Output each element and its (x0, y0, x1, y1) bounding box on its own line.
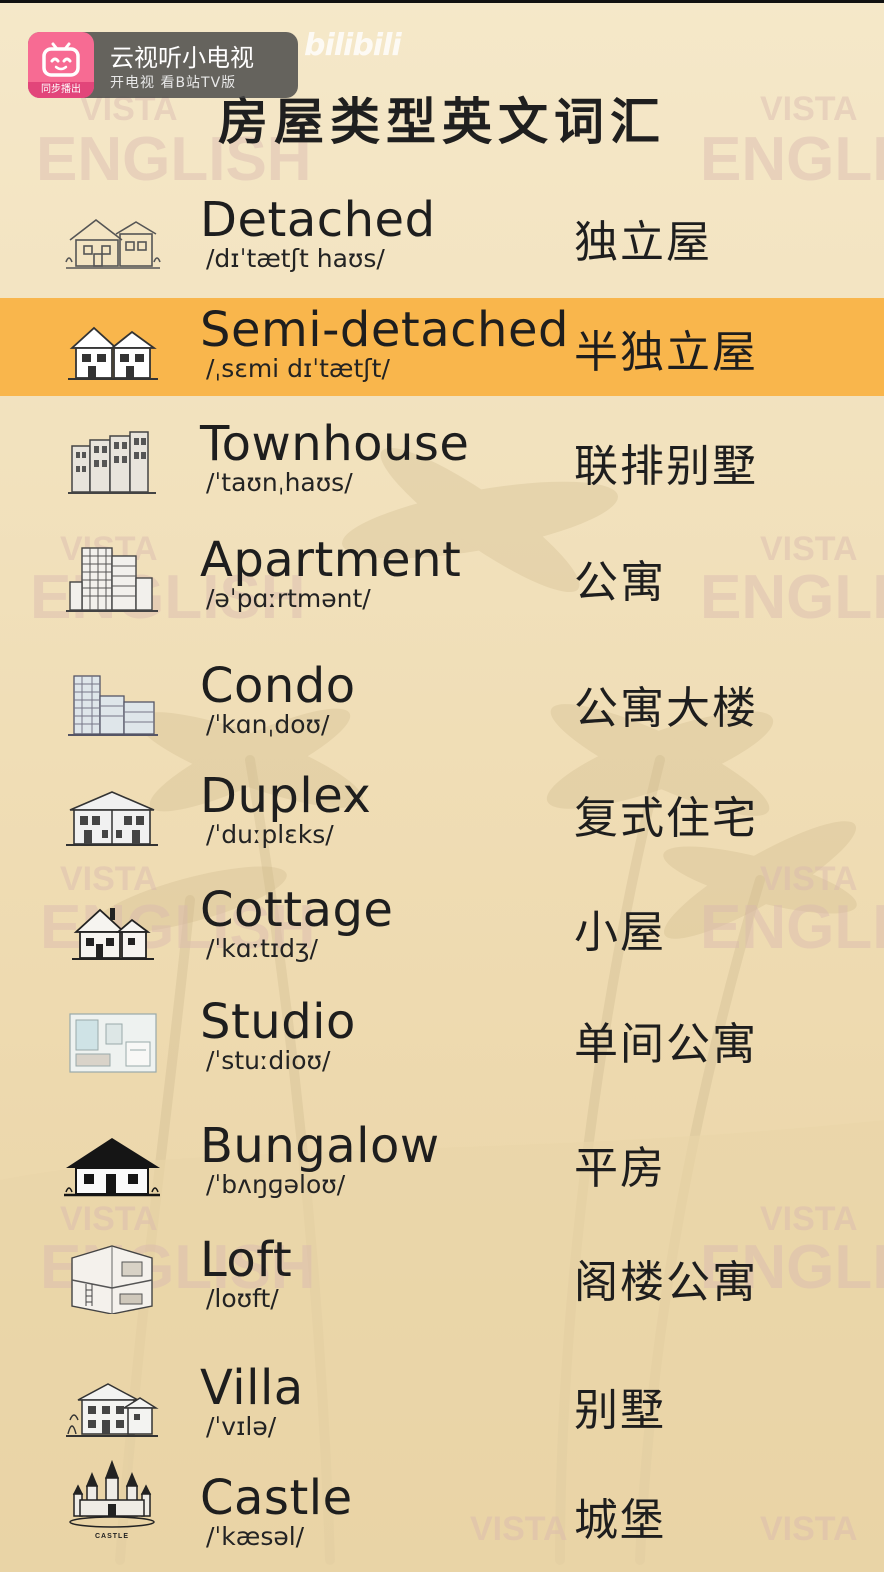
semi-detached-house-icon (68, 326, 158, 380)
phonetic: /ˈduːplɛks/ (206, 820, 334, 849)
english-word: Apartment (200, 532, 462, 588)
chinese-translation: 联排别墅 (574, 441, 758, 492)
english-word: Castle (200, 1470, 353, 1526)
english-word: Loft (200, 1232, 293, 1288)
cottage-icon (72, 908, 154, 960)
logo-caption: 同步播出 (28, 82, 94, 98)
app-badge[interactable]: 同步播出 云视听小电视 开电视 看B站TV版 (28, 32, 298, 98)
phonetic: /ˈbʌŋɡəloʊ/ (206, 1170, 346, 1199)
english-word: Condo (200, 658, 356, 714)
chinese-translation: 公寓 (574, 557, 666, 608)
chinese-translation: 别墅 (574, 1385, 666, 1436)
vocab-row-villa[interactable]: Villa /ˈvɪlə/ 别墅 (0, 1356, 884, 1456)
condo-icon (68, 675, 158, 736)
app-badge-title: 云视听小电视 (110, 44, 254, 72)
vocab-row-apartment[interactable]: Apartment /əˈpɑːrtmənt/ 公寓 (0, 528, 884, 628)
chinese-translation: 平房 (574, 1143, 666, 1194)
phonetic: /əˈpɑːrtmənt/ (206, 584, 371, 613)
vocab-row-castle[interactable]: CASTLE Castle /ˈkæsəl/ 城堡 (0, 1460, 884, 1566)
chinese-translation: 单间公寓 (574, 1019, 758, 1070)
vocab-row-studio[interactable]: Studio /ˈstuːdioʊ/ 单间公寓 (0, 990, 884, 1090)
chinese-translation: 复式住宅 (574, 793, 758, 844)
vocab-row-semi-detached[interactable]: Semi-detached /ˌsɛmi dɪˈtætʃt/ 半独立屋 (0, 298, 884, 398)
villa-icon (66, 1383, 159, 1437)
phonetic: /ˈkɑːtɪdʒ/ (206, 934, 318, 963)
vocab-row-bungalow[interactable]: Bungalow /ˈbʌŋɡəloʊ/ 平房 (0, 1114, 884, 1214)
phonetic: /ˈstuːdioʊ/ (206, 1046, 331, 1075)
vocab-row-loft[interactable]: Loft /loʊft/ 阁楼公寓 (0, 1228, 884, 1328)
chinese-translation: 公寓大楼 (574, 683, 758, 734)
english-word: Cottage (200, 882, 394, 938)
english-word: Studio (200, 994, 356, 1050)
english-word: Bungalow (200, 1118, 440, 1174)
english-word: Duplex (200, 768, 372, 824)
apartment-icon (66, 547, 158, 612)
detached-house-icon (65, 218, 161, 269)
chinese-translation: 小屋 (574, 907, 666, 958)
phonetic: /loʊft/ (206, 1284, 279, 1313)
english-word: Townhouse (200, 416, 470, 472)
phonetic: /ˈkæsəl/ (206, 1522, 305, 1551)
top-edge-line (0, 0, 884, 3)
chinese-translation: 半独立屋 (574, 327, 758, 378)
vocab-row-duplex[interactable]: Duplex /ˈduːplɛks/ 复式住宅 (0, 764, 884, 864)
townhouse-icon (68, 431, 156, 494)
english-word: Semi-detached (200, 302, 569, 358)
vocabulary-list: Detached /dɪˈtætʃt haʊs/ 独立屋 Semi-detach… (0, 0, 884, 1572)
bilibili-tv-logo-icon: 同步播出 (28, 32, 94, 98)
vocab-row-cottage[interactable]: Cottage /ˈkɑːtɪdʒ/ 小屋 (0, 878, 884, 978)
duplex-icon (66, 791, 158, 846)
chinese-translation: 独立屋 (574, 217, 712, 268)
castle-icon: CASTLE (69, 1460, 155, 1540)
phonetic: /ˌsɛmi dɪˈtætʃt/ (206, 354, 390, 383)
loft-icon (71, 1245, 153, 1314)
english-word: Detached (200, 192, 436, 248)
vocab-row-condo[interactable]: Condo /ˈkɑnˌdoʊ/ 公寓大楼 (0, 654, 884, 754)
phonetic: /ˈtaʊnˌhaʊs/ (206, 468, 353, 497)
vocab-row-detached[interactable]: Detached /dɪˈtætʃt haʊs/ 独立屋 (0, 188, 884, 288)
chinese-translation: 城堡 (574, 1495, 666, 1546)
vocab-row-townhouse[interactable]: Townhouse /ˈtaʊnˌhaʊs/ 联排别墅 (0, 412, 884, 512)
castle-icon-caption: CASTLE (95, 1533, 129, 1540)
app-badge-subtitle: 开电视 看B站TV版 (110, 75, 237, 91)
english-word: Villa (200, 1360, 304, 1416)
phonetic: /ˈvɪlə/ (206, 1412, 277, 1441)
bungalow-icon (64, 1138, 160, 1197)
chinese-translation: 阁楼公寓 (574, 1257, 758, 1308)
phonetic: /ˈkɑnˌdoʊ/ (206, 710, 330, 739)
studio-icon (69, 1013, 157, 1073)
phonetic: /dɪˈtætʃt haʊs/ (206, 244, 385, 273)
